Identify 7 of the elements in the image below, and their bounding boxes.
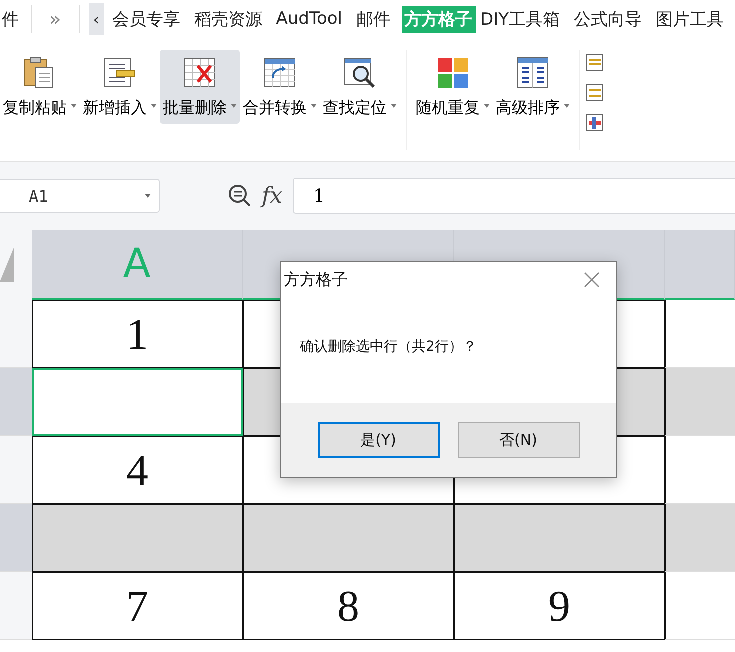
cell-value: 8 xyxy=(338,580,360,632)
cell-value: 1 xyxy=(126,308,148,360)
dialog-message: 确认删除选中行（共2行）？ xyxy=(300,339,477,355)
dialog-title: 方方格子 xyxy=(284,270,348,290)
cell-value: 9 xyxy=(548,580,570,632)
cell-value: 4 xyxy=(126,444,148,496)
cell-value: 7 xyxy=(126,580,148,632)
